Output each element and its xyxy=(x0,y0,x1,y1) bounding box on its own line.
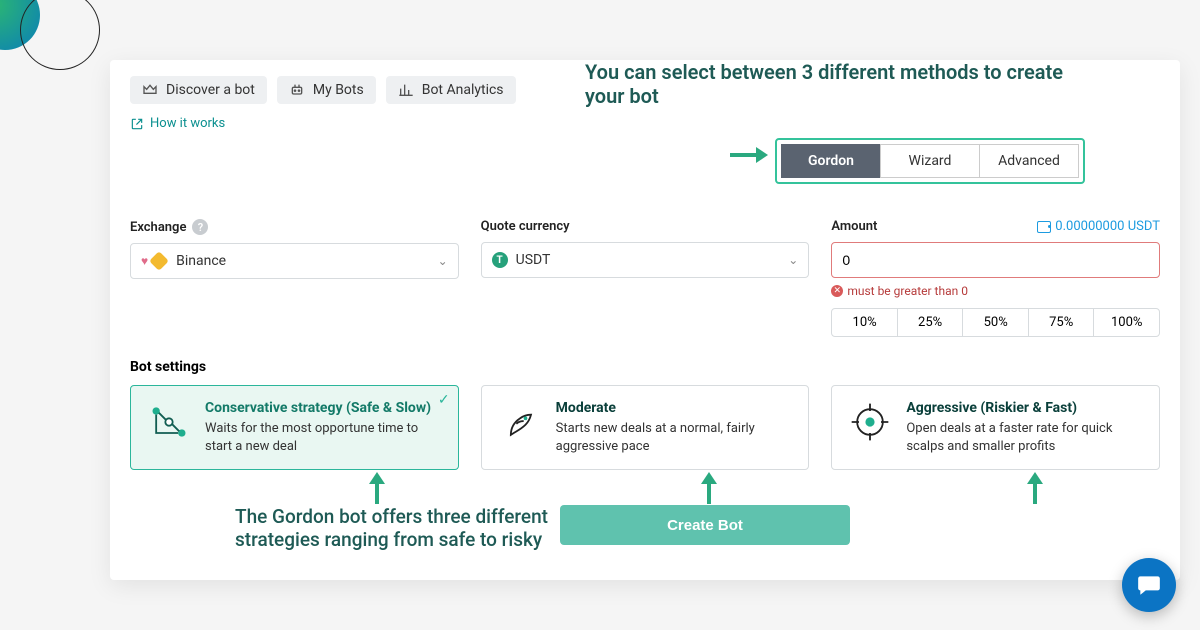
field-quote-currency: Quote currency T USDT ⌄ xyxy=(481,219,810,337)
nav-bot-analytics[interactable]: Bot Analytics xyxy=(386,76,516,104)
chart-icon xyxy=(398,82,414,98)
amount-label: Amount xyxy=(831,219,877,234)
method-segmented-control: Gordon Wizard Advanced xyxy=(775,138,1085,184)
decor-circle xyxy=(20,0,100,70)
strategy-aggressive[interactable]: Aggressive (Riskier & Fast) Open deals a… xyxy=(831,385,1160,470)
strategy-moderate[interactable]: Moderate Starts new deals at a normal, f… xyxy=(481,385,810,470)
chevron-down-icon: ⌄ xyxy=(438,254,448,268)
create-bot-button[interactable]: Create Bot xyxy=(560,505,850,545)
strategy-title: Moderate xyxy=(556,400,793,416)
field-amount: Amount 0.00000000 USDT ✕ must be greater… xyxy=(831,219,1160,337)
annotation-arrow-up-icon xyxy=(1030,472,1040,502)
quote-value: USDT xyxy=(516,252,551,268)
check-icon: ✓ xyxy=(438,392,450,408)
wallet-icon xyxy=(1037,221,1051,233)
nav-mybots-label: My Bots xyxy=(313,82,364,98)
chat-icon xyxy=(1136,572,1162,598)
callout-strategies: The Gordon bot offers three different st… xyxy=(235,505,615,551)
pct-75[interactable]: 75% xyxy=(1028,308,1095,337)
pct-25[interactable]: 25% xyxy=(897,308,964,337)
pct-100[interactable]: 100% xyxy=(1093,308,1160,337)
balance-display[interactable]: 0.00000000 USDT xyxy=(1037,219,1160,234)
quote-label: Quote currency xyxy=(481,219,810,234)
nav-my-bots[interactable]: My Bots xyxy=(277,76,376,104)
robot-icon xyxy=(289,82,305,98)
conservative-icon xyxy=(147,400,191,444)
field-exchange: Exchange ? ♥ Binance ⌄ xyxy=(130,219,459,337)
exchange-value: Binance xyxy=(176,253,226,269)
aggressive-icon xyxy=(848,400,892,444)
strategy-title: Conservative strategy (Safe & Slow) xyxy=(205,400,442,416)
chat-fab[interactable] xyxy=(1122,558,1176,612)
segment-gordon[interactable]: Gordon xyxy=(781,144,881,178)
nav-discover-label: Discover a bot xyxy=(166,82,255,98)
segment-wizard[interactable]: Wizard xyxy=(880,144,980,178)
quote-select[interactable]: T USDT ⌄ xyxy=(481,242,810,278)
amount-input[interactable] xyxy=(842,252,1149,268)
external-link-icon xyxy=(130,117,144,131)
crown-icon xyxy=(142,82,158,98)
annotation-arrow-up-icon xyxy=(704,472,714,502)
bot-settings-heading: Bot settings xyxy=(130,359,1160,375)
pct-50[interactable]: 50% xyxy=(962,308,1029,337)
chevron-down-icon: ⌄ xyxy=(788,253,798,267)
segment-advanced[interactable]: Advanced xyxy=(979,144,1079,178)
heart-icon: ♥ xyxy=(141,254,148,268)
exchange-label: Exchange ? xyxy=(130,219,459,235)
nav-discover-bot[interactable]: Discover a bot xyxy=(130,76,267,104)
callout-methods: You can select between 3 different metho… xyxy=(585,60,1100,108)
pct-10[interactable]: 10% xyxy=(831,308,898,337)
error-icon: ✕ xyxy=(831,285,843,297)
amount-error: ✕ must be greater than 0 xyxy=(831,284,1160,298)
strategy-title: Aggressive (Riskier & Fast) xyxy=(906,400,1143,416)
annotation-arrow-right-icon xyxy=(730,150,768,160)
annotation-arrow-up-icon xyxy=(372,472,382,502)
binance-icon xyxy=(149,251,169,271)
nav-analytics-label: Bot Analytics xyxy=(422,82,504,98)
strategy-desc: Starts new deals at a normal, fairly agg… xyxy=(556,420,793,455)
usdt-icon: T xyxy=(492,252,508,268)
help-icon[interactable]: ? xyxy=(192,219,208,235)
how-it-works-link[interactable]: How it works xyxy=(130,116,1160,131)
strategy-conservative[interactable]: ✓ Conservative strategy (Safe & Slow) Wa… xyxy=(130,385,459,470)
amount-percent-row: 10% 25% 50% 75% 100% xyxy=(831,308,1160,337)
moderate-icon xyxy=(498,400,542,444)
strategy-desc: Waits for the most opportune time to sta… xyxy=(205,420,442,455)
strategy-desc: Open deals at a faster rate for quick sc… xyxy=(906,420,1143,455)
amount-input-wrap xyxy=(831,242,1160,278)
how-it-works-label: How it works xyxy=(150,116,225,131)
exchange-select[interactable]: ♥ Binance ⌄ xyxy=(130,243,459,279)
